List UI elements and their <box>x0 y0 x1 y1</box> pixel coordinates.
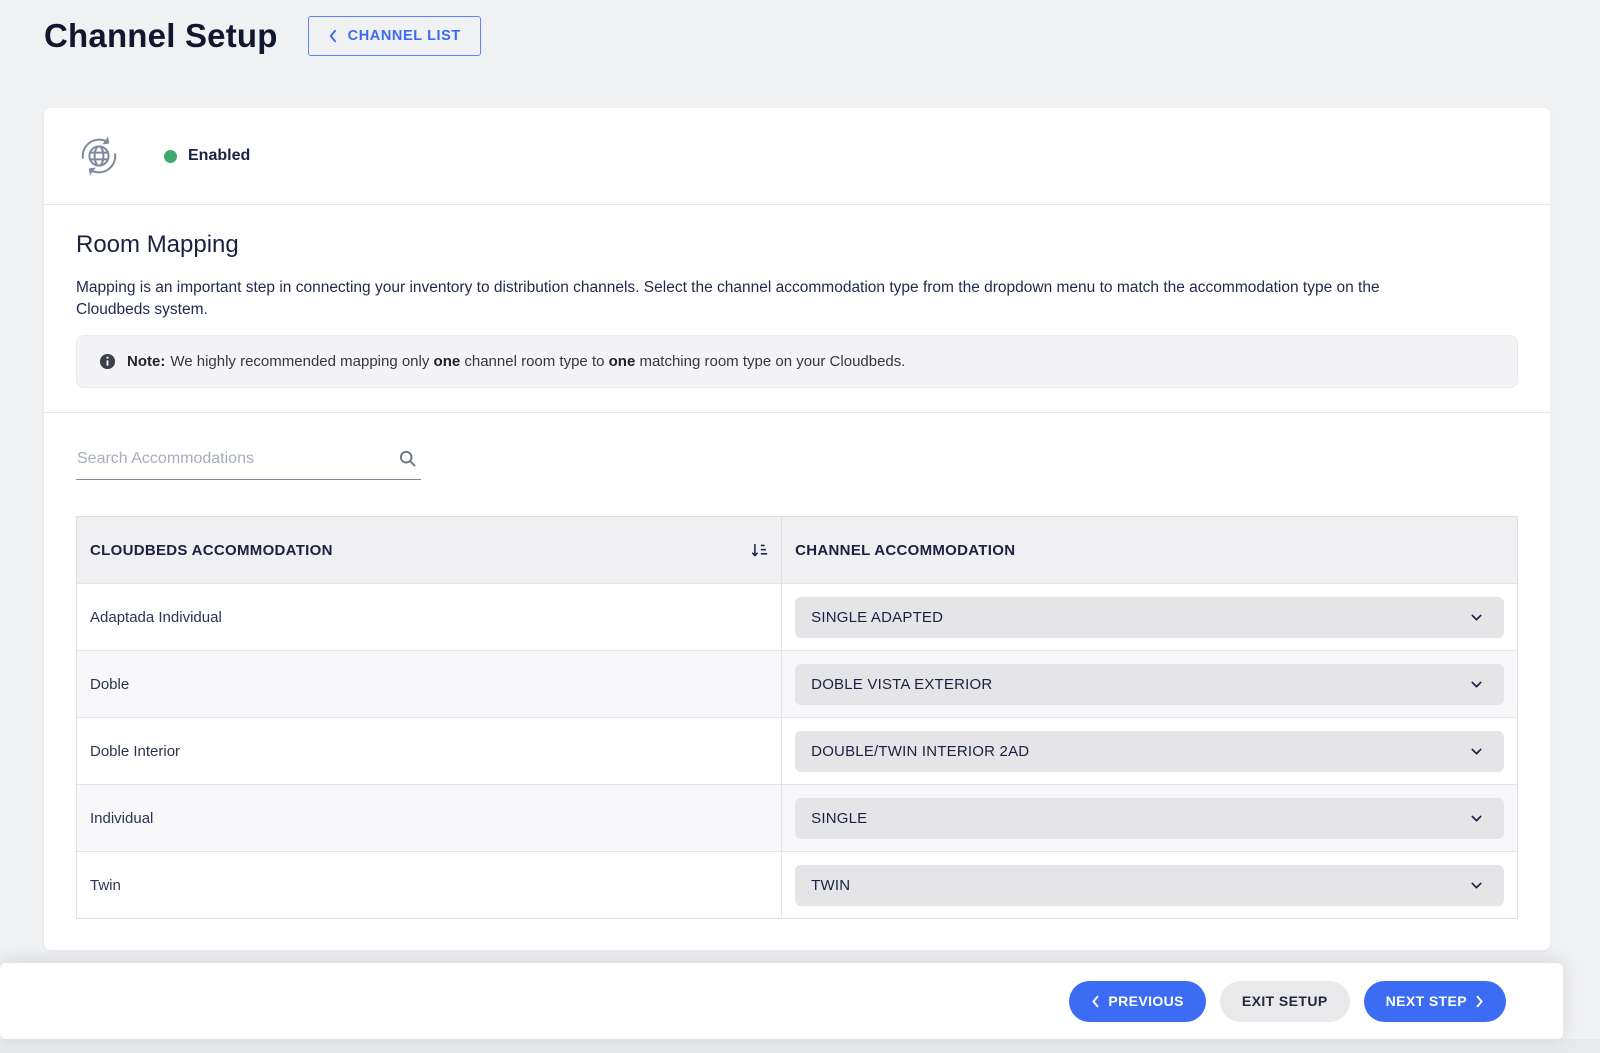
next-step-label: NEXT STEP <box>1386 993 1467 1009</box>
chevron-down-icon <box>1469 744 1484 759</box>
table-row: Adaptada Individual SINGLE ADAPTED <box>77 583 1517 650</box>
previous-label: PREVIOUS <box>1108 993 1184 1009</box>
channel-accommodation-select[interactable]: TWIN <box>795 865 1504 906</box>
status-dot <box>164 150 177 163</box>
channel-list-label: CHANNEL LIST <box>348 28 461 44</box>
room-mapping-table: CLOUDBEDS ACCOMMODATION CHANNEL ACCOMMOD… <box>76 516 1518 919</box>
bottom-strip <box>0 1039 1600 1053</box>
chevron-right-icon <box>1476 995 1484 1008</box>
page-title: Channel Setup <box>44 17 278 55</box>
chevron-down-icon <box>1469 878 1484 893</box>
cloudbeds-accommodation-name: Doble <box>77 651 781 717</box>
next-step-button[interactable]: NEXT STEP <box>1364 981 1506 1022</box>
globe-sync-icon <box>76 133 122 179</box>
table-row: Twin TWIN <box>77 851 1517 918</box>
note-label: Note: <box>127 353 165 370</box>
cloudbeds-accommodation-name: Individual <box>77 785 781 851</box>
table-header-row: CLOUDBEDS ACCOMMODATION CHANNEL ACCOMMOD… <box>77 517 1517 583</box>
selected-channel-accommodation: SINGLE ADAPTED <box>811 609 943 626</box>
table-row: Doble DOBLE VISTA EXTERIOR <box>77 650 1517 717</box>
channel-accommodation-select[interactable]: DOBLE VISTA EXTERIOR <box>795 664 1504 705</box>
channel-list-button[interactable]: CHANNEL LIST <box>308 16 481 56</box>
search-input[interactable] <box>77 450 367 468</box>
channel-setup-card: Enabled Room Mapping Mapping is an impor… <box>44 108 1550 950</box>
selected-channel-accommodation: DOBLE VISTA EXTERIOR <box>811 676 992 693</box>
channel-accommodation-select[interactable]: DOUBLE/TWIN INTERIOR 2AD <box>795 731 1504 772</box>
chevron-left-icon <box>328 29 337 43</box>
status-badge: Enabled <box>164 147 250 165</box>
search-icon[interactable] <box>398 449 417 468</box>
selected-channel-accommodation: DOUBLE/TWIN INTERIOR 2AD <box>811 743 1029 760</box>
table-row: Doble Interior DOUBLE/TWIN INTERIOR 2AD <box>77 717 1517 784</box>
mapping-body-section: CLOUDBEDS ACCOMMODATION CHANNEL ACCOMMOD… <box>44 412 1550 950</box>
chevron-down-icon <box>1469 811 1484 826</box>
sort-icon[interactable] <box>749 540 769 560</box>
column-header-cloudbeds: CLOUDBEDS ACCOMMODATION <box>77 517 781 583</box>
channel-status-section: Enabled <box>44 108 1550 204</box>
selected-channel-accommodation: TWIN <box>811 877 850 894</box>
selected-channel-accommodation: SINGLE <box>811 810 867 827</box>
channel-accommodation-select[interactable]: SINGLE <box>795 798 1504 839</box>
note-text: Note:We highly recommended mapping only … <box>127 353 905 370</box>
chevron-down-icon <box>1469 610 1484 625</box>
channel-accommodation-select[interactable]: SINGLE ADAPTED <box>795 597 1504 638</box>
wizard-footer: PREVIOUS EXIT SETUP NEXT STEP <box>0 963 1563 1039</box>
column-header-channel: CHANNEL ACCOMMODATION <box>781 517 1517 583</box>
previous-button[interactable]: PREVIOUS <box>1069 981 1206 1022</box>
room-mapping-section: Room Mapping Mapping is an important ste… <box>44 204 1550 412</box>
table-row: Individual SINGLE <box>77 784 1517 851</box>
chevron-left-icon <box>1091 995 1099 1008</box>
room-mapping-description: Mapping is an important step in connecti… <box>76 277 1426 321</box>
cloudbeds-accommodation-name: Twin <box>77 852 781 918</box>
exit-setup-label: EXIT SETUP <box>1242 993 1328 1009</box>
status-label: Enabled <box>188 147 250 165</box>
note-box: Note:We highly recommended mapping only … <box>76 335 1518 388</box>
info-icon <box>99 353 116 370</box>
search-accommodations <box>76 443 421 480</box>
cloudbeds-accommodation-name: Doble Interior <box>77 718 781 784</box>
room-mapping-title: Room Mapping <box>76 231 1518 259</box>
exit-setup-button[interactable]: EXIT SETUP <box>1220 981 1350 1022</box>
page-header: Channel Setup CHANNEL LIST <box>0 0 1600 62</box>
cloudbeds-accommodation-name: Adaptada Individual <box>77 584 781 650</box>
chevron-down-icon <box>1469 677 1484 692</box>
